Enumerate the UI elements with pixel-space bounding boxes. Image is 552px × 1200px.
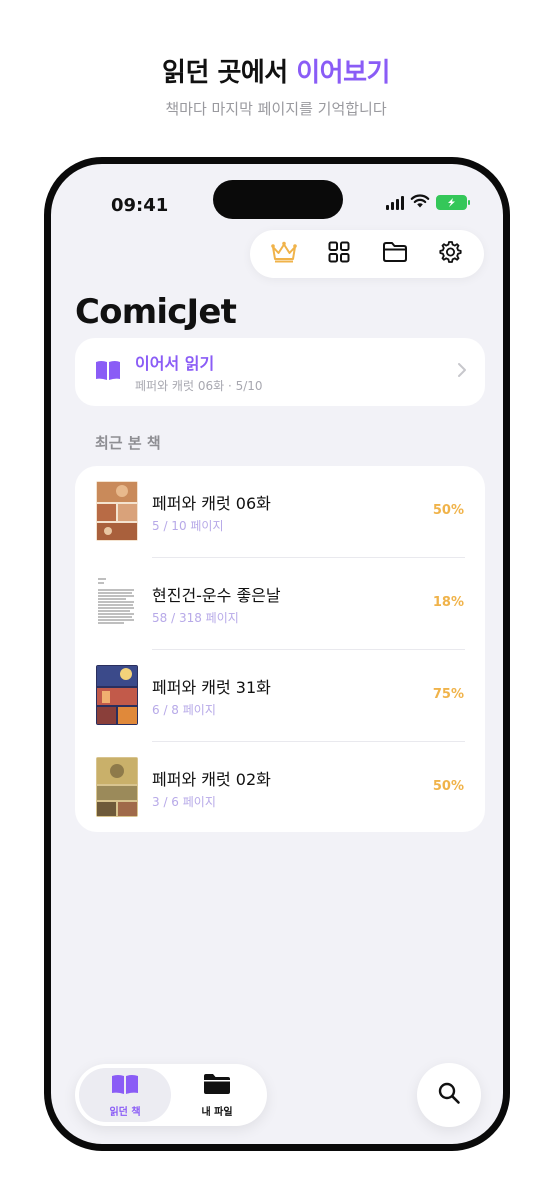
search-button[interactable] [417, 1063, 481, 1127]
folder-button[interactable] [373, 232, 417, 276]
tab-label: 읽던 책 [109, 1106, 141, 1118]
book-cover-thumbnail [96, 573, 138, 633]
book-page-count: 58 / 318 페이지 [152, 611, 239, 625]
tab-my-files[interactable]: 내 파일 [171, 1068, 263, 1122]
recent-book-row[interactable]: 현진건-운수 좋은날 58 / 318 페이지 18% [75, 558, 485, 650]
phone-frame: 09:41 ComicJet 이어서 읽기 페퍼와 캐럿 06화 · 5/10 … [44, 157, 510, 1151]
book-page-count: 5 / 10 페이지 [152, 519, 224, 533]
book-title: 현진건-운수 좋은날 [152, 586, 281, 605]
recent-book-row[interactable]: 페퍼와 캐럿 31화 6 / 8 페이지 75% [75, 650, 485, 742]
folder-icon [203, 1073, 231, 1099]
book-progress-percent: 75% [432, 687, 464, 702]
book-cover-thumbnail [96, 665, 138, 725]
top-toolbar [250, 230, 484, 278]
recent-book-row[interactable]: 페퍼와 캐럿 02화 3 / 6 페이지 50% [75, 742, 485, 832]
battery-icon [436, 195, 470, 210]
book-page-count: 3 / 6 페이지 [152, 795, 216, 809]
premium-button[interactable] [262, 232, 306, 276]
status-icons [386, 193, 470, 212]
tab-label: 내 파일 [201, 1106, 233, 1118]
book-progress-percent: 50% [432, 503, 464, 518]
promo-subline: 책마다 마지막 페이지를 기억합니다 [165, 100, 387, 118]
book-title: 페퍼와 캐럿 31화 [152, 678, 271, 697]
promo-headline: 읽던 곳에서 이어보기 [0, 52, 552, 89]
book-title: 페퍼와 캐럿 06화 [152, 494, 271, 513]
wifi-icon [410, 193, 430, 212]
bottom-tab-bar: 읽던 책 내 파일 [75, 1064, 267, 1126]
open-book-icon [95, 359, 121, 385]
chevron-right-icon [457, 362, 467, 382]
status-time: 09:41 [111, 195, 169, 216]
resume-reading-card[interactable]: 이어서 읽기 페퍼와 캐럿 06화 · 5/10 [75, 338, 485, 406]
open-book-icon [111, 1073, 139, 1099]
signal-icon [386, 195, 404, 210]
recent-books-list: 페퍼와 캐럿 06화 5 / 10 페이지 50% 현진건-운수 좋은날 58 … [75, 466, 485, 832]
crown-icon [270, 241, 298, 267]
book-title: 페퍼와 캐럿 02화 [152, 770, 271, 789]
book-progress-percent: 50% [432, 779, 464, 794]
resume-title: 이어서 읽기 [135, 354, 215, 373]
resume-subtitle: 페퍼와 캐럿 06화 · 5/10 [135, 379, 263, 393]
settings-button[interactable] [428, 232, 472, 276]
folder-icon [382, 241, 408, 267]
book-cover-thumbnail [96, 481, 138, 541]
gear-icon [438, 240, 462, 268]
tab-reading-books[interactable]: 읽던 책 [79, 1068, 171, 1122]
recent-book-row[interactable]: 페퍼와 캐럿 06화 5 / 10 페이지 50% [75, 466, 485, 558]
search-icon [437, 1081, 461, 1109]
book-progress-percent: 18% [432, 595, 464, 610]
app-title: ComicJet [75, 292, 237, 332]
dynamic-island [213, 180, 343, 219]
grid-icon [328, 241, 350, 267]
promo-headline-prefix: 읽던 곳에서 [162, 58, 297, 88]
recent-section-label: 최근 본 책 [95, 434, 161, 452]
book-cover-thumbnail [96, 757, 138, 817]
grid-view-button[interactable] [317, 232, 361, 276]
promo-headline-accent: 이어보기 [296, 58, 390, 88]
book-page-count: 6 / 8 페이지 [152, 703, 216, 717]
